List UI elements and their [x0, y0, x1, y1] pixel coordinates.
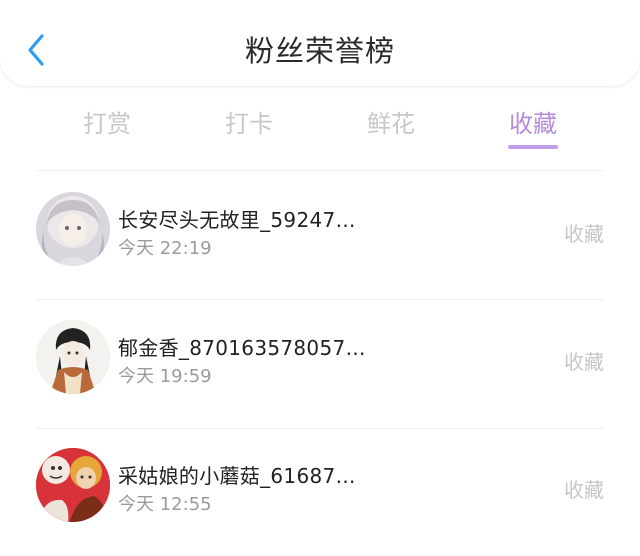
- user-name: 采姑娘的小蘑菇_61687…: [118, 464, 356, 488]
- avatar: [36, 192, 110, 266]
- list-item[interactable]: 长安尽头无故里_59247… 今天 22:19 收藏: [0, 172, 640, 300]
- tab-flowers[interactable]: 鲜花: [331, 104, 451, 139]
- list-item[interactable]: 郁金香_870163578057… 今天 19:59 收藏: [0, 300, 640, 428]
- tab-checkin[interactable]: 打卡: [189, 104, 309, 139]
- action-label: 收藏: [564, 350, 604, 374]
- tab-reward[interactable]: 打赏: [47, 104, 167, 139]
- timestamp: 今天 22:19: [118, 238, 212, 259]
- app-header: 粉丝荣誉榜: [0, 0, 640, 86]
- tab-label: 打赏: [83, 110, 131, 138]
- timestamp: 今天 19:59: [118, 366, 212, 387]
- tab-label: 打卡: [225, 110, 273, 138]
- page-title: 粉丝荣誉榜: [244, 34, 395, 68]
- avatar: [36, 448, 110, 522]
- user-name: 长安尽头无故里_59247…: [118, 208, 356, 232]
- tab-label: 鲜花: [367, 110, 415, 138]
- active-tab-indicator: [508, 145, 558, 149]
- action-label: 收藏: [564, 222, 604, 246]
- tab-favorites[interactable]: 收藏: [473, 104, 593, 149]
- tab-label: 收藏: [509, 110, 557, 138]
- tab-bar: 打赏 打卡 鲜花 收藏: [0, 96, 640, 156]
- user-name: 郁金香_870163578057…: [118, 336, 366, 360]
- avatar: [36, 320, 110, 394]
- list-item[interactable]: 采姑娘的小蘑菇_61687… 今天 12:55 收藏: [0, 428, 640, 556]
- divider: [36, 170, 604, 171]
- action-label: 收藏: [564, 478, 604, 502]
- timestamp: 今天 12:55: [118, 494, 212, 515]
